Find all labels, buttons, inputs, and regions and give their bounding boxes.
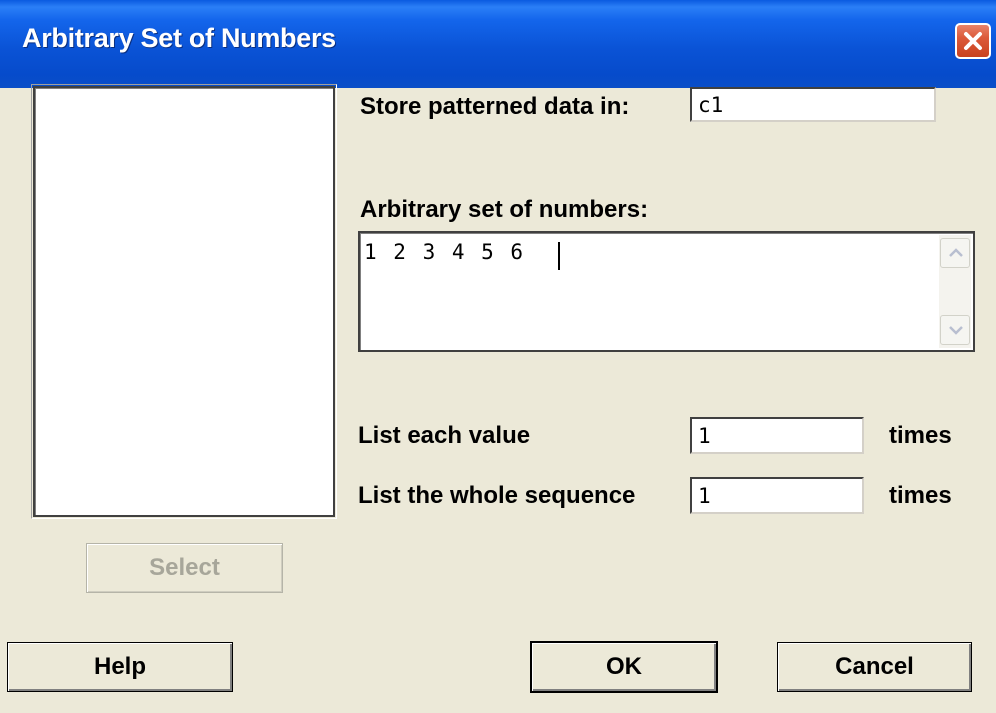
vertical-scrollbar[interactable] <box>939 235 971 348</box>
window-title: Arbitrary Set of Numbers <box>22 23 336 53</box>
ok-button[interactable]: OK <box>530 641 718 693</box>
times-label-each: times <box>889 422 952 449</box>
chevron-down-icon <box>949 326 963 335</box>
times-label-whole: times <box>889 482 952 509</box>
help-button[interactable]: Help <box>7 642 233 692</box>
scroll-down-button[interactable] <box>940 315 970 345</box>
ok-button-label: OK <box>606 653 642 680</box>
dialog-window: Arbitrary Set of Numbers Select Store pa… <box>0 0 996 713</box>
list-whole-sequence-input[interactable] <box>690 477 864 514</box>
numbers-label: Arbitrary set of numbers: <box>360 196 649 223</box>
numbers-textarea[interactable]: 1 2 3 4 5 6 <box>358 231 975 352</box>
numbers-value: 1 2 3 4 5 6 <box>364 240 526 264</box>
store-data-input[interactable] <box>690 87 936 122</box>
list-whole-sequence-label: List the whole sequence <box>358 482 636 509</box>
text-caret <box>558 242 560 270</box>
close-x-icon <box>964 32 982 50</box>
title-bar[interactable]: Arbitrary Set of Numbers <box>0 0 996 88</box>
scroll-up-button[interactable] <box>940 238 970 268</box>
help-button-label: Help <box>93 653 146 680</box>
cancel-button[interactable]: Cancel <box>777 642 972 692</box>
list-each-value-input[interactable] <box>690 417 864 454</box>
select-button[interactable]: Select <box>86 543 283 593</box>
select-button-label: Select <box>149 554 220 581</box>
cancel-button-label: Cancel <box>835 653 914 680</box>
variable-list[interactable] <box>33 86 335 517</box>
list-each-value-label: List each value <box>358 422 531 449</box>
store-data-label: Store patterned data in: <box>360 93 630 120</box>
close-button[interactable] <box>955 23 991 59</box>
chevron-up-icon <box>949 248 963 257</box>
